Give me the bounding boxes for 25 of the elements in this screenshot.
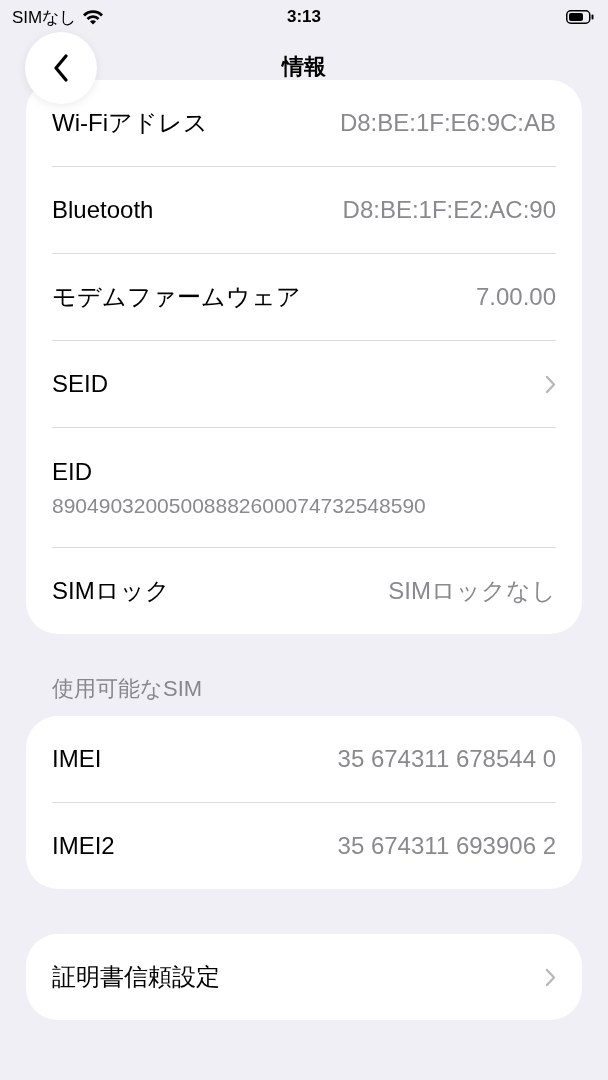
row-label: 証明書信頼設定 (52, 962, 220, 992)
row-label: IMEI (52, 745, 102, 773)
carrier-label: SIMなし (12, 6, 77, 29)
row-label: IMEI2 (52, 832, 115, 860)
row-value: 89049032005008882600074732548590 (52, 493, 426, 518)
row-value: SIMロックなし (388, 576, 556, 606)
row-label: EID (52, 457, 92, 486)
screen-title: 情報 (282, 54, 326, 79)
chevron-right-icon (545, 967, 556, 987)
chevron-right-icon (545, 374, 556, 394)
row-label: Wi-Fiアドレス (52, 108, 208, 138)
row-label: モデムファームウェア (52, 282, 301, 312)
row-value: 35 674311 678544 0 (337, 745, 556, 773)
row-label: Bluetooth (52, 196, 154, 224)
chevron-left-icon (53, 54, 69, 82)
row-value: 7.00.00 (475, 283, 556, 311)
row-label: SEID (52, 370, 108, 398)
clock-time: 3:13 (287, 7, 321, 26)
row-value: D8:BE:1F:E2:AC:90 (342, 196, 556, 224)
row-label: SIMロック (52, 576, 170, 606)
wifi-icon (82, 9, 105, 25)
section-header: 使用可能なSIM (52, 676, 203, 701)
row-value: D8:BE:1F:E6:9C:AB (339, 109, 556, 137)
row-value: 35 674311 693906 2 (337, 832, 556, 860)
battery-icon (566, 10, 594, 24)
